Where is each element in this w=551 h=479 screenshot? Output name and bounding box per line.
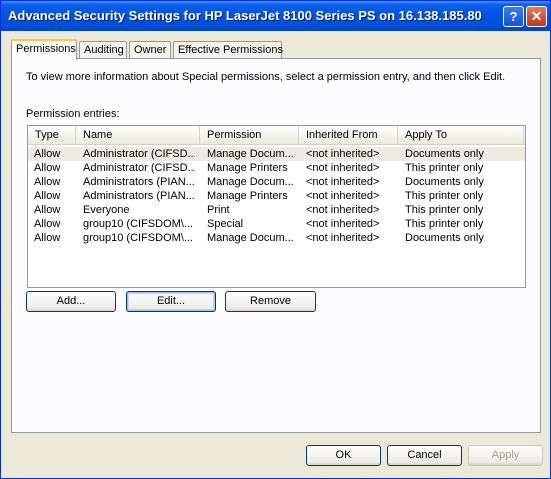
column-header-apply-to[interactable]: Apply To	[398, 126, 524, 144]
cell-permission: Manage Printers	[207, 162, 288, 174]
cell-type: Allow	[34, 232, 61, 244]
cell-name: Administrators (PIAN...	[83, 190, 195, 202]
tab-auditing[interactable]: Auditing	[79, 41, 127, 59]
table-row[interactable]: Allow Administrator (CIFSD... Manage Docum…	[28, 147, 525, 161]
permissions-panel: To view more information about Special p…	[11, 58, 541, 433]
cell-name: Administrator (CIFSD...	[83, 148, 195, 160]
permission-entries-list[interactable]: Type Name Permission Inherited From Appl…	[27, 125, 526, 288]
table-row[interactable]: Allow Administrator (CIFSD... Manage Print…	[28, 161, 525, 175]
cell-permission: Print	[207, 204, 230, 216]
apply-button[interactable]: Apply	[468, 445, 543, 466]
column-header-permission[interactable]: Permission	[200, 126, 299, 144]
window-title: Advanced Security Settings for HP LaserJ…	[8, 8, 482, 23]
list-header: Type Name Permission Inherited From Appl…	[28, 126, 525, 145]
cell-name: Administrators (PIAN...	[83, 176, 195, 188]
table-row[interactable]: Allow group10 (CIFSDOM\... Manage Docum...…	[28, 231, 525, 245]
column-header-name[interactable]: Name	[76, 126, 200, 144]
tab-permissions[interactable]: Permissions	[11, 39, 77, 60]
cell-inherited-from: <not inherited>	[306, 176, 380, 188]
cell-inherited-from: <not inherited>	[306, 162, 380, 174]
remove-button[interactable]: Remove	[225, 291, 316, 312]
cell-inherited-from: <not inherited>	[306, 148, 380, 160]
cell-permission: Manage Printers	[207, 190, 288, 202]
column-header-inherited-from[interactable]: Inherited From	[299, 126, 398, 144]
cell-type: Allow	[34, 148, 61, 160]
cell-type: Allow	[34, 190, 61, 202]
cell-apply-to: Documents only	[405, 232, 484, 244]
cell-name: group10 (CIFSDOM\...	[83, 232, 194, 244]
tab-effective-permissions[interactable]: Effective Permissions	[173, 41, 283, 59]
help-icon[interactable]: ?	[503, 6, 524, 27]
cell-apply-to: This printer only	[405, 162, 484, 174]
cell-permission: Manage Docum...	[207, 176, 294, 188]
cell-type: Allow	[34, 204, 61, 216]
cell-name: Everyone	[83, 204, 130, 216]
cell-name: Administrator (CIFSD...	[83, 162, 195, 174]
table-row[interactable]: Allow group10 (CIFSDOM\... Special <not inh…	[28, 217, 525, 231]
cell-apply-to: This printer only	[405, 204, 484, 216]
cell-permission: Manage Docum...	[207, 232, 294, 244]
cell-inherited-from: <not inherited>	[306, 218, 380, 230]
close-icon[interactable]: ✕	[526, 6, 547, 27]
cell-apply-to: This printer only	[405, 218, 484, 230]
cell-inherited-from: <not inherited>	[306, 204, 380, 216]
column-header-type[interactable]: Type	[28, 126, 76, 144]
cell-apply-to: Documents only	[405, 176, 484, 188]
ok-button[interactable]: OK	[306, 445, 381, 466]
advanced-security-settings-dialog: Advanced Security Settings for HP LaserJ…	[0, 0, 551, 479]
info-text: To view more information about Special p…	[26, 71, 506, 83]
edit-button[interactable]: Edit...	[126, 291, 216, 312]
table-row[interactable]: Allow Administrators (PIAN... Manage Print…	[28, 189, 525, 203]
add-button[interactable]: Add...	[26, 291, 116, 312]
cell-apply-to: This printer only	[405, 190, 484, 202]
cell-name: group10 (CIFSDOM\...	[83, 218, 194, 230]
cell-permission: Manage Docum...	[207, 148, 294, 160]
permission-entries-label: Permission entries:	[26, 108, 120, 120]
cell-permission: Special	[207, 218, 244, 230]
title-bar[interactable]: Advanced Security Settings for HP LaserJ…	[1, 1, 550, 31]
cancel-button[interactable]: Cancel	[387, 445, 462, 466]
table-row[interactable]: Allow Everyone Print <not inherited> This pr…	[28, 203, 525, 217]
cell-apply-to: Documents only	[405, 148, 484, 160]
table-row[interactable]: Allow Administrators (PIAN... Manage Docum…	[28, 175, 525, 189]
tab-owner[interactable]: Owner	[129, 41, 171, 59]
cell-inherited-from: <not inherited>	[306, 190, 380, 202]
cell-type: Allow	[34, 162, 61, 174]
cell-inherited-from: <not inherited>	[306, 232, 380, 244]
cell-type: Allow	[34, 218, 61, 230]
cell-type: Allow	[34, 176, 61, 188]
